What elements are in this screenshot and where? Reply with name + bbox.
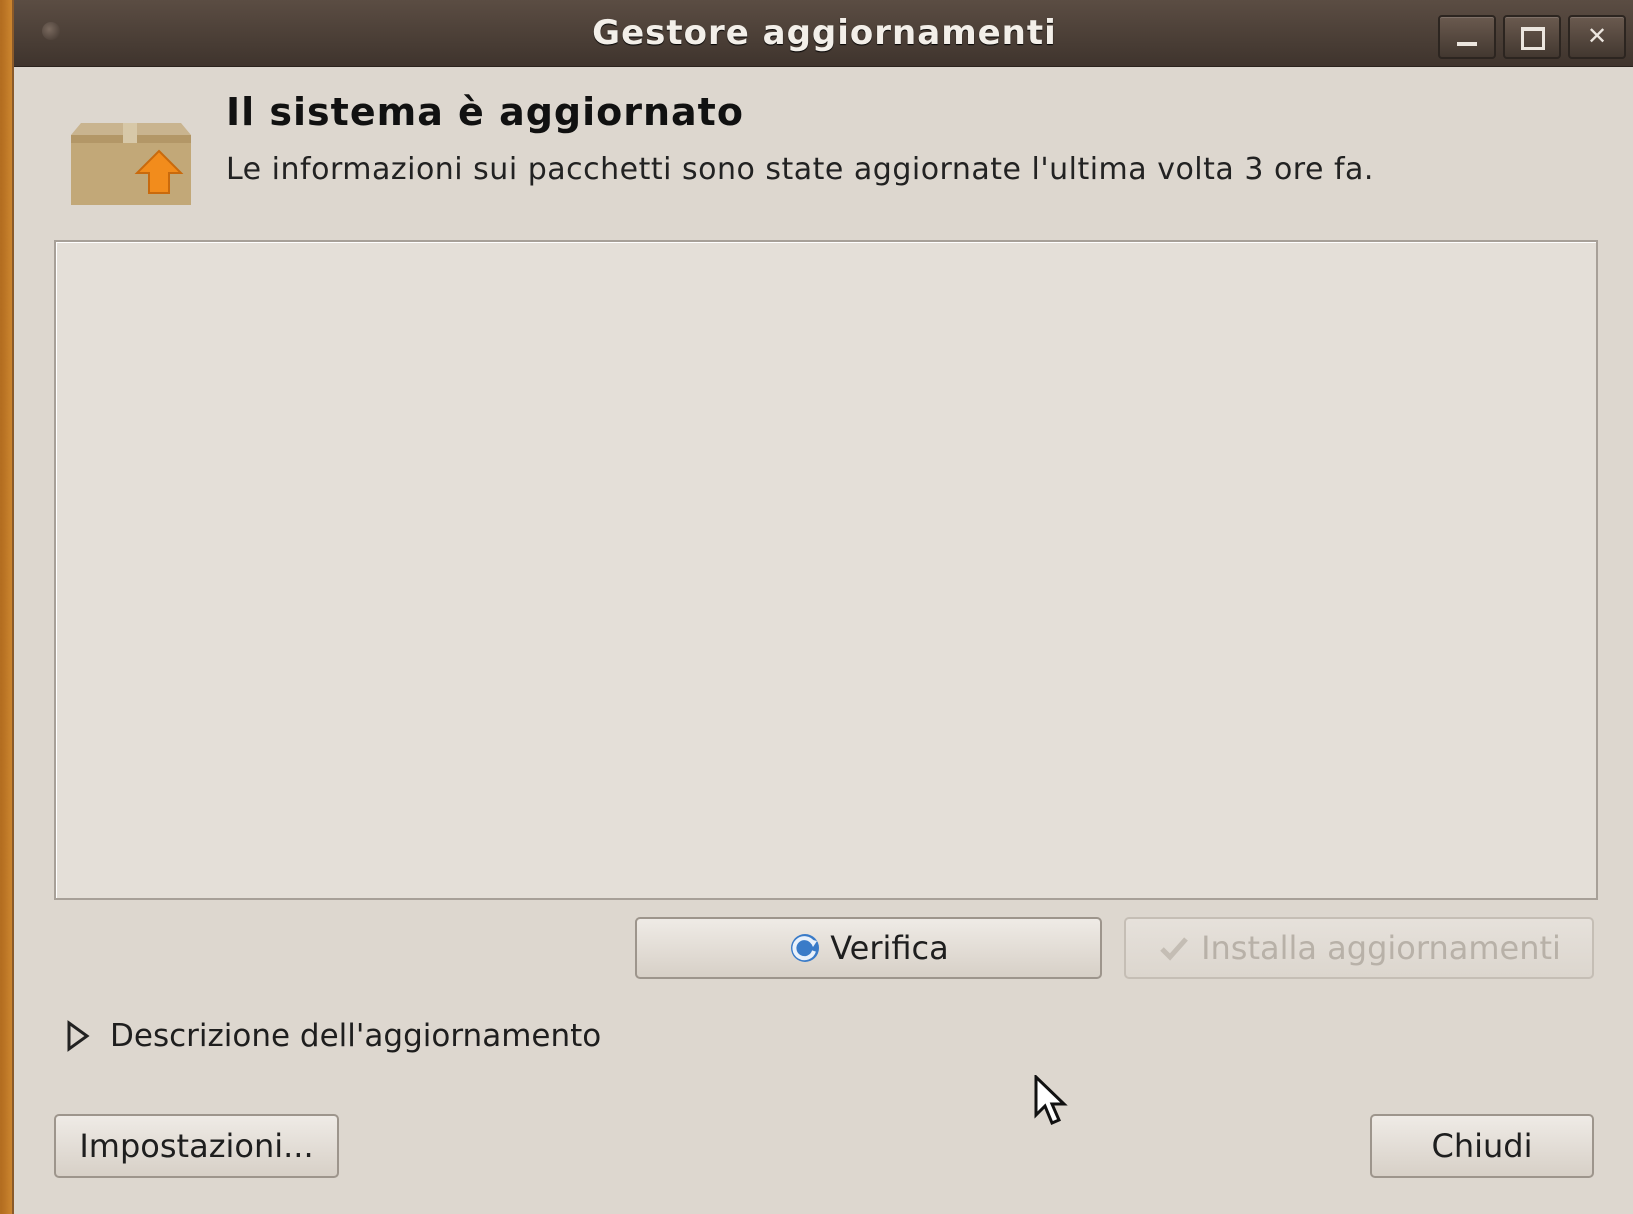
- minimize-icon: [1457, 42, 1477, 46]
- settings-button-label: Impostazioni...: [79, 1127, 314, 1165]
- expander-arrow-icon: [67, 1020, 90, 1052]
- update-manager-window: Gestore aggiornamenti ✕ Il sistema è agg…: [12, 0, 1633, 1214]
- check-button[interactable]: Verifica: [635, 917, 1102, 979]
- close-button-label: Chiudi: [1431, 1127, 1533, 1165]
- mouse-cursor-icon: [1034, 1075, 1068, 1125]
- install-updates-label: Installa aggiornamenti: [1201, 929, 1561, 967]
- check-icon: [1160, 937, 1188, 961]
- expander-label: Descrizione dell'aggiornamento: [110, 1018, 602, 1054]
- maximize-button[interactable]: [1503, 15, 1561, 59]
- update-description-expander[interactable]: Descrizione dell'aggiornamento: [66, 1018, 601, 1054]
- install-updates-button[interactable]: Installa aggiornamenti: [1124, 917, 1594, 979]
- status-heading: Il sistema è aggiornato: [226, 90, 744, 134]
- window-title: Gestore aggiornamenti: [592, 13, 1057, 53]
- package-update-icon: [71, 123, 191, 205]
- maximize-icon: [1521, 27, 1545, 50]
- status-message: Le informazioni sui pacchetti sono state…: [226, 152, 1374, 187]
- check-button-label: Verifica: [830, 929, 949, 967]
- settings-button[interactable]: Impostazioni...: [54, 1114, 339, 1178]
- close-button[interactable]: Chiudi: [1370, 1114, 1594, 1178]
- minimize-button[interactable]: [1438, 15, 1496, 59]
- update-list[interactable]: [54, 240, 1598, 900]
- refresh-icon: [791, 934, 820, 962]
- close-window-button[interactable]: ✕: [1568, 15, 1626, 59]
- close-icon: ✕: [1586, 22, 1608, 50]
- title-bar[interactable]: Gestore aggiornamenti ✕: [14, 0, 1633, 67]
